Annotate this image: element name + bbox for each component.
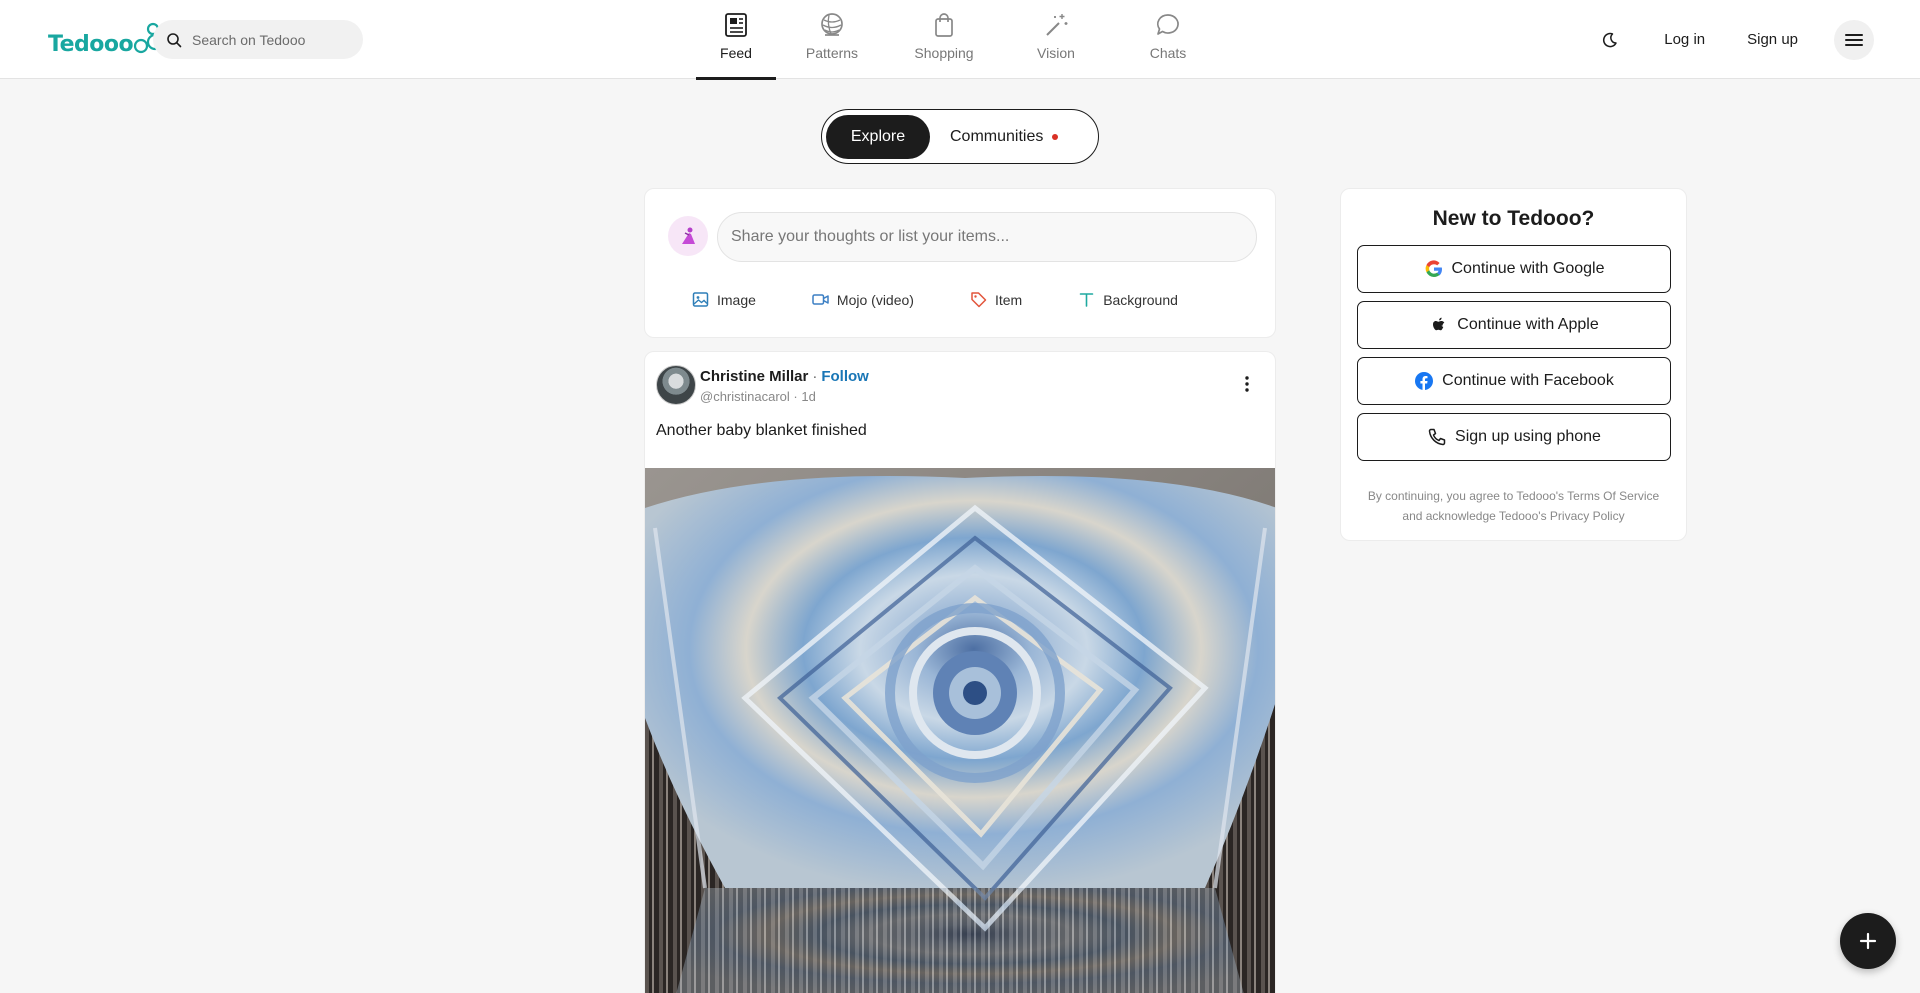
magic-wand-icon	[1046, 14, 1068, 36]
notification-dot	[1052, 133, 1059, 140]
facebook-label: Continue with Facebook	[1442, 372, 1614, 389]
nav-chats[interactable]: Chats	[1112, 0, 1224, 79]
user-avatar	[668, 216, 708, 256]
avatar-figure-icon	[682, 227, 695, 244]
post-body-text: Another baby blanket finished	[656, 422, 867, 439]
nav-chats-label: Chats	[1149, 45, 1187, 61]
add-video-button[interactable]: Mojo (video)	[812, 291, 914, 308]
video-icon	[812, 294, 829, 305]
tag-icon	[971, 292, 987, 308]
nav-patterns-label: Patterns	[805, 45, 859, 61]
newspaper-icon	[725, 13, 747, 37]
add-background-button[interactable]: Background	[1078, 291, 1178, 308]
search-icon	[167, 32, 182, 47]
chat-bubble-icon	[1157, 14, 1179, 35]
nav-feed-label: Feed	[720, 45, 752, 61]
feed-segment-toggle: Explore Communities	[821, 109, 1099, 164]
communities-label: Communities	[950, 127, 1044, 145]
google-label: Continue with Google	[1451, 260, 1605, 277]
moon-icon	[1603, 32, 1617, 47]
search-bar[interactable]	[153, 20, 363, 59]
search-input[interactable]	[192, 31, 352, 48]
signup-phone-button[interactable]: Sign up using phone	[1357, 413, 1671, 461]
logo-text: Tedooo	[48, 32, 134, 57]
author-avatar[interactable]	[656, 365, 696, 405]
separator-dot: ·	[812, 368, 818, 385]
signup-link[interactable]: Sign up	[1747, 31, 1798, 48]
google-icon	[1425, 260, 1442, 278]
author-handle-time: @christinacarol · 1d	[700, 389, 816, 404]
post-composer: Image Mojo (video) Item Background	[644, 188, 1276, 338]
plus-icon	[1859, 932, 1877, 950]
nav-feed[interactable]: Feed	[696, 0, 776, 80]
legal-line-1: By continuing, you agree to Tedooo's Ter…	[1367, 489, 1660, 503]
image-label: Image	[717, 291, 756, 308]
legal-line-2: and acknowledge Tedooo's Privacy Policy	[1402, 509, 1625, 523]
background-label: Background	[1103, 291, 1178, 308]
top-bar: Tedooo Feed	[0, 0, 1920, 80]
follow-button[interactable]: Follow	[821, 368, 869, 385]
shopping-bag-icon	[935, 13, 953, 37]
add-image-button[interactable]: Image	[692, 291, 756, 308]
communities-tab[interactable]: Communities	[930, 115, 1059, 159]
nav-vision-label: Vision	[1037, 45, 1075, 61]
phone-icon	[1428, 428, 1446, 446]
nav-vision[interactable]: Vision	[1000, 0, 1112, 79]
composer-input[interactable]	[717, 212, 1257, 262]
menu-button[interactable]	[1834, 19, 1874, 60]
facebook-icon	[1415, 372, 1434, 390]
post-header: Christine Millar · Follow	[700, 368, 869, 385]
hamburger-icon	[1845, 33, 1863, 46]
yarn-ball-icon	[821, 13, 843, 36]
add-item-button[interactable]: Item	[970, 291, 1022, 308]
item-label: Item	[994, 291, 1023, 308]
theme-toggle-button[interactable]	[1598, 28, 1622, 52]
apple-icon	[1433, 317, 1445, 331]
signup-card: New to Tedooo? Continue with Google Cont…	[1340, 188, 1687, 541]
continue-google-button[interactable]: Continue with Google	[1357, 245, 1671, 293]
create-post-fab[interactable]	[1840, 913, 1896, 969]
author-name[interactable]: Christine Millar	[700, 368, 808, 385]
explore-tab[interactable]: Explore	[826, 114, 930, 159]
continue-apple-button[interactable]: Continue with Apple	[1357, 301, 1671, 349]
text-icon	[1079, 293, 1094, 307]
nav-shopping[interactable]: Shopping	[888, 0, 1000, 79]
continue-facebook-button[interactable]: Continue with Facebook	[1357, 357, 1671, 405]
tedooo-logo[interactable]: Tedooo	[48, 22, 165, 57]
main-nav: Feed Patterns Shopping Vision Chats	[696, 0, 1224, 80]
more-vertical-icon	[1245, 376, 1249, 392]
composer-actions: Image Mojo (video) Item Background	[692, 291, 1234, 308]
nav-shopping-label: Shopping	[914, 45, 974, 61]
login-link[interactable]: Log in	[1664, 31, 1705, 48]
video-label: Mojo (video)	[836, 291, 914, 308]
phone-label: Sign up using phone	[1455, 428, 1601, 445]
feed-post: Christine Millar · Follow @christinacaro…	[644, 351, 1276, 993]
image-icon	[692, 292, 709, 307]
header-actions: Log in Sign up	[1598, 19, 1874, 60]
apple-label: Continue with Apple	[1457, 316, 1599, 333]
post-options-button[interactable]	[1237, 374, 1257, 394]
legal-notice: By continuing, you agree to Tedooo's Ter…	[1357, 486, 1670, 526]
signup-card-title: New to Tedooo?	[1432, 207, 1595, 230]
post-image-crochet-blanket[interactable]	[645, 468, 1276, 993]
nav-patterns[interactable]: Patterns	[776, 0, 888, 79]
